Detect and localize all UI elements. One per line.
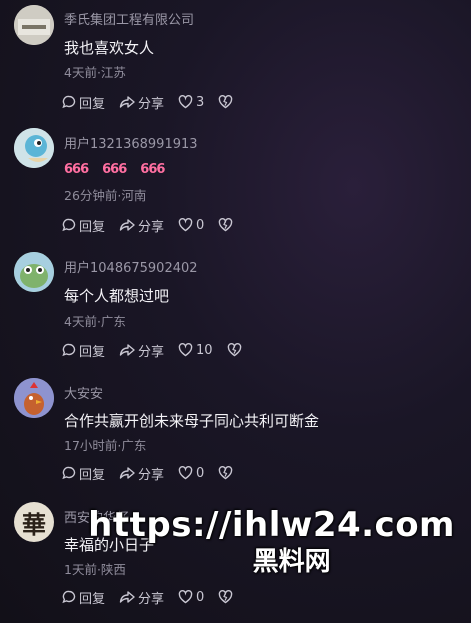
like-button[interactable]: 3 — [178, 95, 204, 110]
reply-button[interactable]: 回复 — [62, 464, 105, 483]
reply-icon — [62, 343, 76, 357]
comment-actions: 回复 分享 3 — [62, 92, 250, 112]
reply-button[interactable]: 回复 — [62, 216, 105, 235]
comment-text: 合作共赢开创未来母子同心共利可断金 — [64, 412, 320, 430]
reply-label: 回复 — [79, 219, 106, 235]
reply-button[interactable]: 回复 — [62, 93, 105, 112]
heart-icon — [178, 466, 193, 480]
comment-meta: 26分钟前·河南 — [64, 188, 147, 203]
watermark-url: https://ihlw24.com — [88, 505, 455, 545]
avatar[interactable] — [14, 128, 54, 168]
share-button[interactable]: 分享 — [119, 93, 164, 112]
dislike-button[interactable] — [218, 218, 236, 232]
666-emoji: 666 — [64, 162, 89, 177]
emoji-row: 666 666 666 — [64, 162, 165, 177]
comment-actions: 回复 分享 0 — [62, 463, 250, 483]
reply-icon — [62, 218, 76, 232]
heart-icon — [178, 95, 193, 109]
share-button[interactable]: 分享 — [119, 464, 164, 483]
like-count: 0 — [196, 589, 205, 605]
reply-label: 回复 — [79, 467, 106, 483]
comment-meta: 4天前·广东 — [64, 314, 126, 329]
username[interactable]: 用户1048675902402 — [64, 257, 198, 276]
share-icon — [119, 591, 135, 603]
like-button[interactable]: 0 — [178, 218, 204, 233]
reply-label: 回复 — [79, 591, 106, 607]
like-button[interactable]: 10 — [178, 343, 213, 358]
reply-icon — [62, 466, 76, 480]
dislike-button[interactable] — [218, 466, 236, 480]
share-icon — [119, 219, 135, 231]
comment-actions: 回复 分享 0 — [62, 215, 250, 235]
comment-actions: 回复 分享 0 — [62, 587, 250, 607]
comment-meta: 17小时前·广东 — [64, 438, 147, 453]
share-label: 分享 — [138, 344, 165, 360]
heart-icon — [178, 590, 193, 604]
share-icon — [119, 467, 135, 479]
666-emoji: 666 — [140, 162, 165, 177]
watermark-name: 黑料网 — [252, 547, 331, 577]
heart-icon — [178, 343, 193, 357]
dislike-button[interactable] — [218, 95, 236, 109]
reply-button[interactable]: 回复 — [62, 341, 105, 360]
like-count: 3 — [196, 94, 205, 110]
comment-text: 每个人都想过吧 — [64, 287, 170, 305]
share-icon — [119, 344, 135, 356]
comment-meta: 4天前·江苏 — [64, 65, 126, 80]
like-button[interactable]: 0 — [178, 590, 204, 605]
broken-heart-icon — [219, 590, 233, 604]
reply-label: 回复 — [79, 344, 106, 360]
avatar[interactable]: 華 — [14, 502, 54, 542]
watermark: https://ihlw24.com 黑料网 — [88, 505, 455, 578]
broken-heart-icon — [219, 218, 233, 232]
broken-heart-icon — [219, 466, 233, 480]
share-button[interactable]: 分享 — [119, 216, 164, 235]
username[interactable]: 季氏集团工程有限公司 — [64, 9, 194, 28]
share-label: 分享 — [138, 467, 165, 483]
share-label: 分享 — [138, 96, 165, 112]
share-label: 分享 — [138, 219, 165, 235]
avatar[interactable] — [14, 378, 54, 418]
reply-icon — [62, 590, 76, 604]
broken-heart-icon — [227, 343, 241, 357]
like-count: 0 — [196, 217, 205, 233]
avatar[interactable] — [14, 252, 54, 292]
comment-actions: 回复 分享 10 — [62, 340, 259, 360]
666-emoji: 666 — [102, 162, 127, 177]
username[interactable]: 用户1321368991913 — [64, 133, 198, 152]
share-button[interactable]: 分享 — [119, 588, 164, 607]
share-label: 分享 — [138, 591, 165, 607]
avatar-character: 華 — [22, 509, 46, 539]
broken-heart-icon — [219, 95, 233, 109]
avatar[interactable] — [14, 5, 54, 45]
username[interactable]: 大安安 — [64, 383, 103, 402]
reply-icon — [62, 95, 76, 109]
like-count: 10 — [196, 342, 213, 358]
share-button[interactable]: 分享 — [119, 341, 164, 360]
comment-text: 我也喜欢女人 — [64, 39, 155, 57]
reply-label: 回复 — [79, 96, 106, 112]
heart-icon — [178, 218, 193, 232]
share-icon — [119, 96, 135, 108]
dislike-button[interactable] — [218, 590, 236, 604]
reply-button[interactable]: 回复 — [62, 588, 105, 607]
like-button[interactable]: 0 — [178, 466, 204, 481]
dislike-button[interactable] — [227, 343, 245, 357]
like-count: 0 — [196, 465, 205, 481]
